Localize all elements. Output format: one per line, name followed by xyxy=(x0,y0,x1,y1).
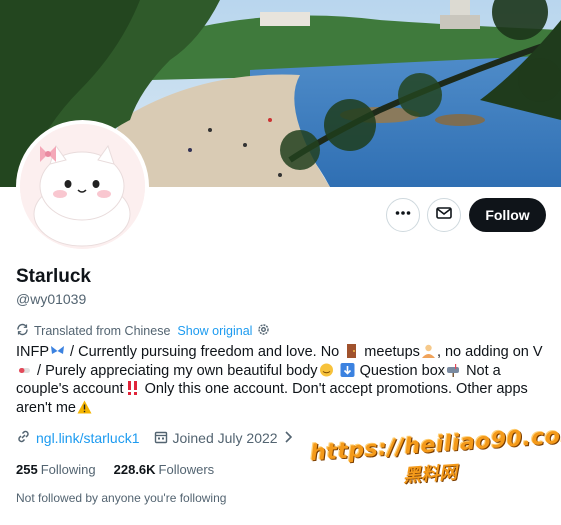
message-button[interactable] xyxy=(427,198,461,232)
chevron-right-icon[interactable] xyxy=(284,430,292,446)
down-arrow-emoji-icon xyxy=(340,362,355,377)
double-exclamation-emoji-icon xyxy=(127,381,137,395)
mailbox-emoji-icon xyxy=(447,363,460,377)
avatar[interactable] xyxy=(16,120,149,253)
display-name: Starluck xyxy=(16,266,91,287)
profile-link[interactable]: ngl.link/starluck1 xyxy=(36,430,140,446)
settings-gear-icon[interactable] xyxy=(257,323,270,339)
user-handle: @wy01039 xyxy=(16,291,87,307)
warning-emoji-icon xyxy=(77,400,92,413)
translate-icon xyxy=(16,323,29,339)
relieved-face-emoji-icon xyxy=(319,363,333,376)
profile-bio: INFP / Currently pursuing freedom and lo… xyxy=(16,344,543,416)
translated-label: Translated from Chinese xyxy=(34,324,171,338)
watermark: https://heiliao90.com 黑料网 xyxy=(309,422,561,487)
profile-meta: ngl.link/starluck1 Joined July 2022 xyxy=(16,429,292,447)
butterfly-emoji-icon xyxy=(51,346,65,354)
translation-notice: Translated from Chinese Show original xyxy=(16,323,270,339)
following-stat[interactable]: 255 Following xyxy=(16,462,96,477)
door-emoji-icon xyxy=(347,344,357,358)
followers-stat[interactable]: 228.6K Followers xyxy=(114,462,215,477)
link-icon xyxy=(16,429,31,447)
not-followed-notice: Not followed by anyone you're following xyxy=(16,491,227,505)
follow-button[interactable]: Follow xyxy=(469,198,546,232)
person-shrugging-emoji-icon xyxy=(421,344,435,358)
more-icon xyxy=(394,204,412,227)
pill-emoji-icon xyxy=(19,367,30,373)
joined-date: Joined July 2022 xyxy=(172,430,278,446)
follow-stats: 255 Following 228.6K Followers xyxy=(16,462,214,477)
more-button[interactable] xyxy=(386,198,420,232)
show-original-link[interactable]: Show original xyxy=(177,324,252,338)
calendar-icon xyxy=(154,430,168,447)
message-icon xyxy=(435,204,453,227)
